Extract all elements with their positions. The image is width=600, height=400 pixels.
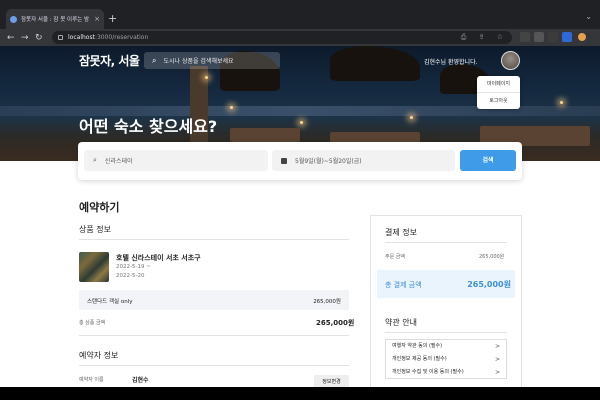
favicon-icon [10,15,17,23]
header-search-input[interactable]: ⌕ 도시나 상품을 검색해보세요 [144,52,280,69]
total-product-value: 265,000원 [316,319,355,327]
terms-item[interactable]: 개인정보 수집 및 이용 동의 (필수) > [386,366,506,379]
hero-light [560,101,563,104]
check-out-date: 2022-5-20 [116,273,145,279]
chevron-right-icon: > [494,369,500,376]
room-price: 265,000원 [313,299,341,305]
date-range-field[interactable]: 5월9일(월)~5월20일(금) [272,150,455,171]
terms-title: 약관 안내 [385,318,417,327]
chevron-right-icon: > [494,356,500,363]
search-icon: ⌕ [152,55,157,65]
hero-palm [330,46,420,81]
payment-title: 결제 정보 [385,228,417,237]
hero-light [205,76,208,79]
order-amount-value: 265,000원 [479,254,505,260]
check-in-date: 2022-5-19 ~ [116,264,151,270]
hotel-name: 호텔 신라스테이 서초 서초구 [116,254,201,262]
welcome-text: 김현수님 환영합니다. [424,59,478,66]
terms-item-label: 개인정보 제공 동의 (필수) [392,356,447,362]
product-section-title: 상품 정보 [79,225,111,234]
divider [385,332,507,333]
extension-icon[interactable] [520,32,530,42]
total-payment-box: 총 결제 금액 265,000원 [377,270,515,298]
chevron-right-icon: > [494,343,500,350]
hero-light [300,121,303,124]
terms-item-label: 개인정보 수집 및 이용 동의 (필수) [392,369,464,375]
forward-icon[interactable]: → [21,33,29,43]
hero-light [230,106,233,109]
site-logo[interactable]: 잠못자, 서울 [79,52,140,69]
extension-icon[interactable] [534,32,544,42]
tab-search-icon[interactable]: ⌄ [585,12,592,21]
site-info-icon[interactable] [58,35,63,40]
total-payment-label: 총 결제 금액 [385,281,422,289]
menu-item-logout[interactable]: 로그아웃 [477,92,520,108]
reload-icon[interactable]: ↻ [35,33,43,43]
total-payment-value: 265,000원 [467,280,511,289]
divider [79,365,349,366]
date-range-value: 5월9일(월)~5월20일(금) [295,158,362,165]
search-button[interactable]: 검색 [460,150,516,171]
extension-icon[interactable] [562,32,572,42]
room-name: 스탠다드 객실 only [87,299,133,305]
room-row: 스탠다드 객실 only 265,000원 [79,290,349,310]
total-product-label: 총 상품 금액 [79,320,106,326]
hero-light [410,116,413,119]
profile-icon[interactable] [578,33,586,41]
header-search-placeholder: 도시나 상품을 검색해보세요 [163,58,234,65]
page: 잠못자 서울 : 잠 못 이루는 밤 × + ⌄ ← → ↻ localhost… [0,0,600,400]
browser-toolbar: ← → ↻ localhost:3000/reservation ⎙ ⇪ ☆ [0,29,600,46]
divider [385,242,507,243]
address-bar[interactable]: localhost:3000/reservation ⎙ ⇪ ☆ [52,31,512,44]
menu-item-mypage[interactable]: 마이페이지 [477,76,520,92]
terms-item[interactable]: 개인정보 제공 동의 (필수) > [386,353,506,366]
url-host: localhost [68,34,95,41]
hero-furniture [230,128,300,142]
page-title: 예약하기 [79,201,120,214]
booker-name-label: 예약자 이름 [79,377,104,383]
hotel-thumbnail [79,252,109,282]
search-card: ⌕ 신라스테이 5월9일(월)~5월20일(금) 검색 [78,142,522,180]
browser-tab-bar: 잠못자 서울 : 잠 못 이루는 밤 × + ⌄ [0,0,600,29]
close-tab-icon[interactable]: × [94,15,100,23]
extensions-puzzle-icon[interactable] [548,32,558,42]
hero-title: 어떤 숙소 찾으세요? [79,117,218,136]
tab-title: 잠못자 서울 : 잠 못 이루는 밤 [21,17,90,23]
booker-section-title: 예약자 정보 [79,351,119,360]
new-tab-icon[interactable]: + [108,13,117,24]
terms-item[interactable]: 여행자 약관 동의 (필수) > [386,340,506,353]
order-amount-label: 주문 금액 [385,254,405,260]
back-icon[interactable]: ← [7,33,15,43]
address-bar-actions-icon[interactable]: ⎙ ⇪ ☆ [461,33,508,42]
calendar-icon [281,157,287,164]
location-search-input[interactable]: ⌕ 신라스테이 [84,150,268,171]
url-path: :3000/reservation [94,34,149,41]
bottom-letterbox [0,387,600,400]
divider [79,239,349,240]
user-dropdown-menu: 마이페이지 로그아웃 [477,76,520,109]
browser-tab[interactable]: 잠못자 서울 : 잠 못 이루는 밤 × [6,9,104,29]
terms-item-label: 여행자 약관 동의 (필수) [392,343,443,349]
terms-list: 여행자 약관 동의 (필수) > 개인정보 제공 동의 (필수) > 개인정보 수집… [385,339,507,379]
divider [79,335,349,336]
booker-name-value: 김현수 [132,377,149,384]
search-icon: ⌕ [93,156,97,164]
location-value: 신라스테이 [104,158,133,165]
avatar[interactable] [501,51,520,70]
